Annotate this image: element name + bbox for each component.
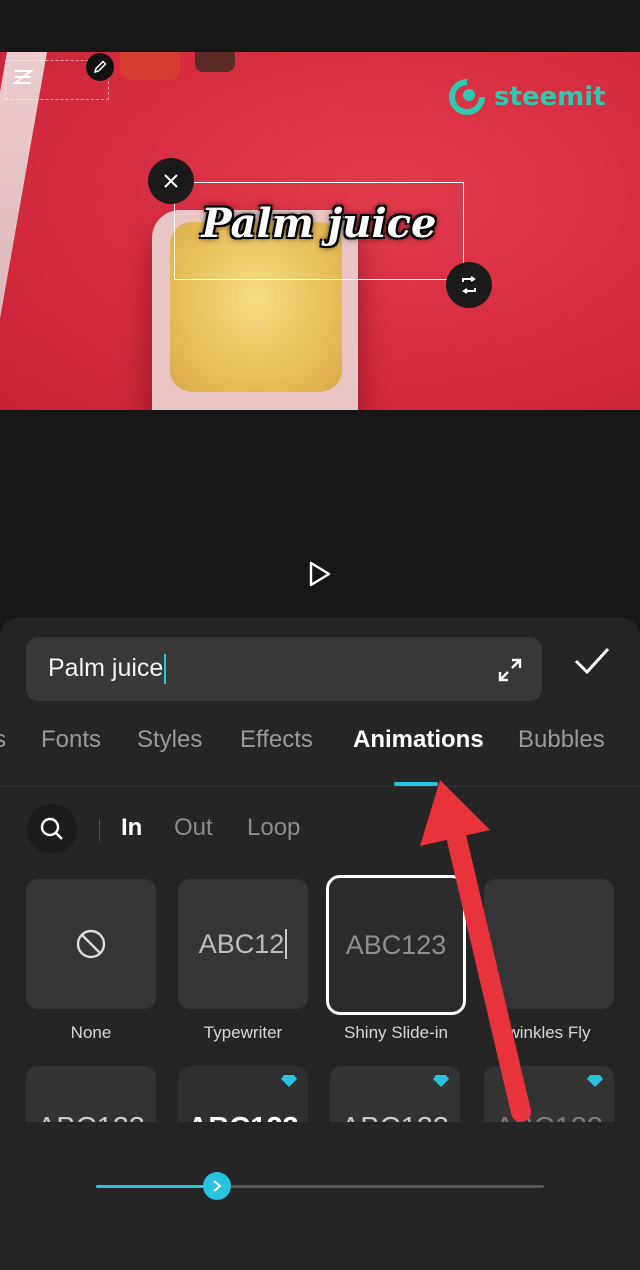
tab-effects[interactable]: Effects <box>240 726 313 754</box>
duration-slider-fill <box>96 1185 217 1188</box>
subtab-in[interactable]: In <box>121 814 142 842</box>
play-icon <box>309 561 331 587</box>
tab-bubbles[interactable]: Bubbles <box>518 726 605 754</box>
expand-input-button[interactable] <box>496 656 524 684</box>
edit-watermark-button[interactable] <box>86 53 114 81</box>
premium-diamond-icon <box>281 1075 297 1087</box>
background-object <box>120 52 180 80</box>
divider <box>0 786 640 787</box>
rotate-scale-icon <box>462 276 476 294</box>
animation-preview-text: ABC12 <box>198 928 285 959</box>
steemit-logo-icon <box>449 79 485 115</box>
search-button[interactable] <box>27 804 77 854</box>
animation-tile-none[interactable] <box>26 879 156 1009</box>
tab-partial[interactable]: s <box>0 726 6 754</box>
background-object <box>195 52 235 72</box>
expand-icon <box>498 658 522 682</box>
animation-label-typewriter: Typewriter <box>203 1023 283 1042</box>
duration-bar <box>0 1122 640 1270</box>
text-input-value[interactable]: Palm juice <box>48 654 167 685</box>
animation-label-shiny-slide-in: Shiny Slide-in <box>344 1023 448 1042</box>
play-button[interactable] <box>302 556 338 592</box>
rotate-scale-button[interactable] <box>446 262 492 308</box>
typewriter-caret <box>285 929 288 959</box>
premium-diamond-icon <box>433 1075 449 1087</box>
animation-label-twinkles-fly: winkles Fly <box>507 1023 591 1042</box>
overlay-text[interactable]: Palm juice <box>174 200 464 247</box>
premium-diamond-icon <box>587 1075 603 1087</box>
tab-animations[interactable]: Animations <box>353 726 484 754</box>
animation-tile-typewriter[interactable]: ABC12 <box>178 879 308 1009</box>
animation-tile-shiny-slide-in[interactable]: ABC123 <box>326 875 466 1015</box>
steemit-watermark: steemit <box>448 78 606 116</box>
tab-fonts[interactable]: Fonts <box>41 726 101 754</box>
text-caret <box>164 654 167 685</box>
none-icon <box>76 929 106 959</box>
subtab-out[interactable]: Out <box>174 814 213 842</box>
animation-label-none: None <box>70 1023 112 1042</box>
animation-preview-text: ABC123 <box>345 929 447 960</box>
chevron-right-icon <box>213 1180 222 1192</box>
pencil-icon <box>93 60 107 74</box>
background-stripe <box>0 52 48 410</box>
steemit-brand-text: steemit <box>494 82 606 112</box>
capcut-logo-icon <box>12 66 34 88</box>
delete-text-button[interactable] <box>148 158 194 204</box>
animation-tile-twinkles-fly[interactable] <box>484 879 614 1009</box>
subtab-loop[interactable]: Loop <box>247 814 300 842</box>
divider <box>99 819 100 841</box>
checkmark-icon <box>574 647 610 675</box>
close-icon <box>164 174 178 188</box>
search-icon <box>40 817 63 840</box>
duration-slider-thumb[interactable] <box>203 1172 231 1200</box>
confirm-button[interactable] <box>572 644 612 678</box>
tab-bar: s Fonts Styles Effects Animations Bubble… <box>0 726 640 766</box>
tab-styles[interactable]: Styles <box>137 726 202 754</box>
